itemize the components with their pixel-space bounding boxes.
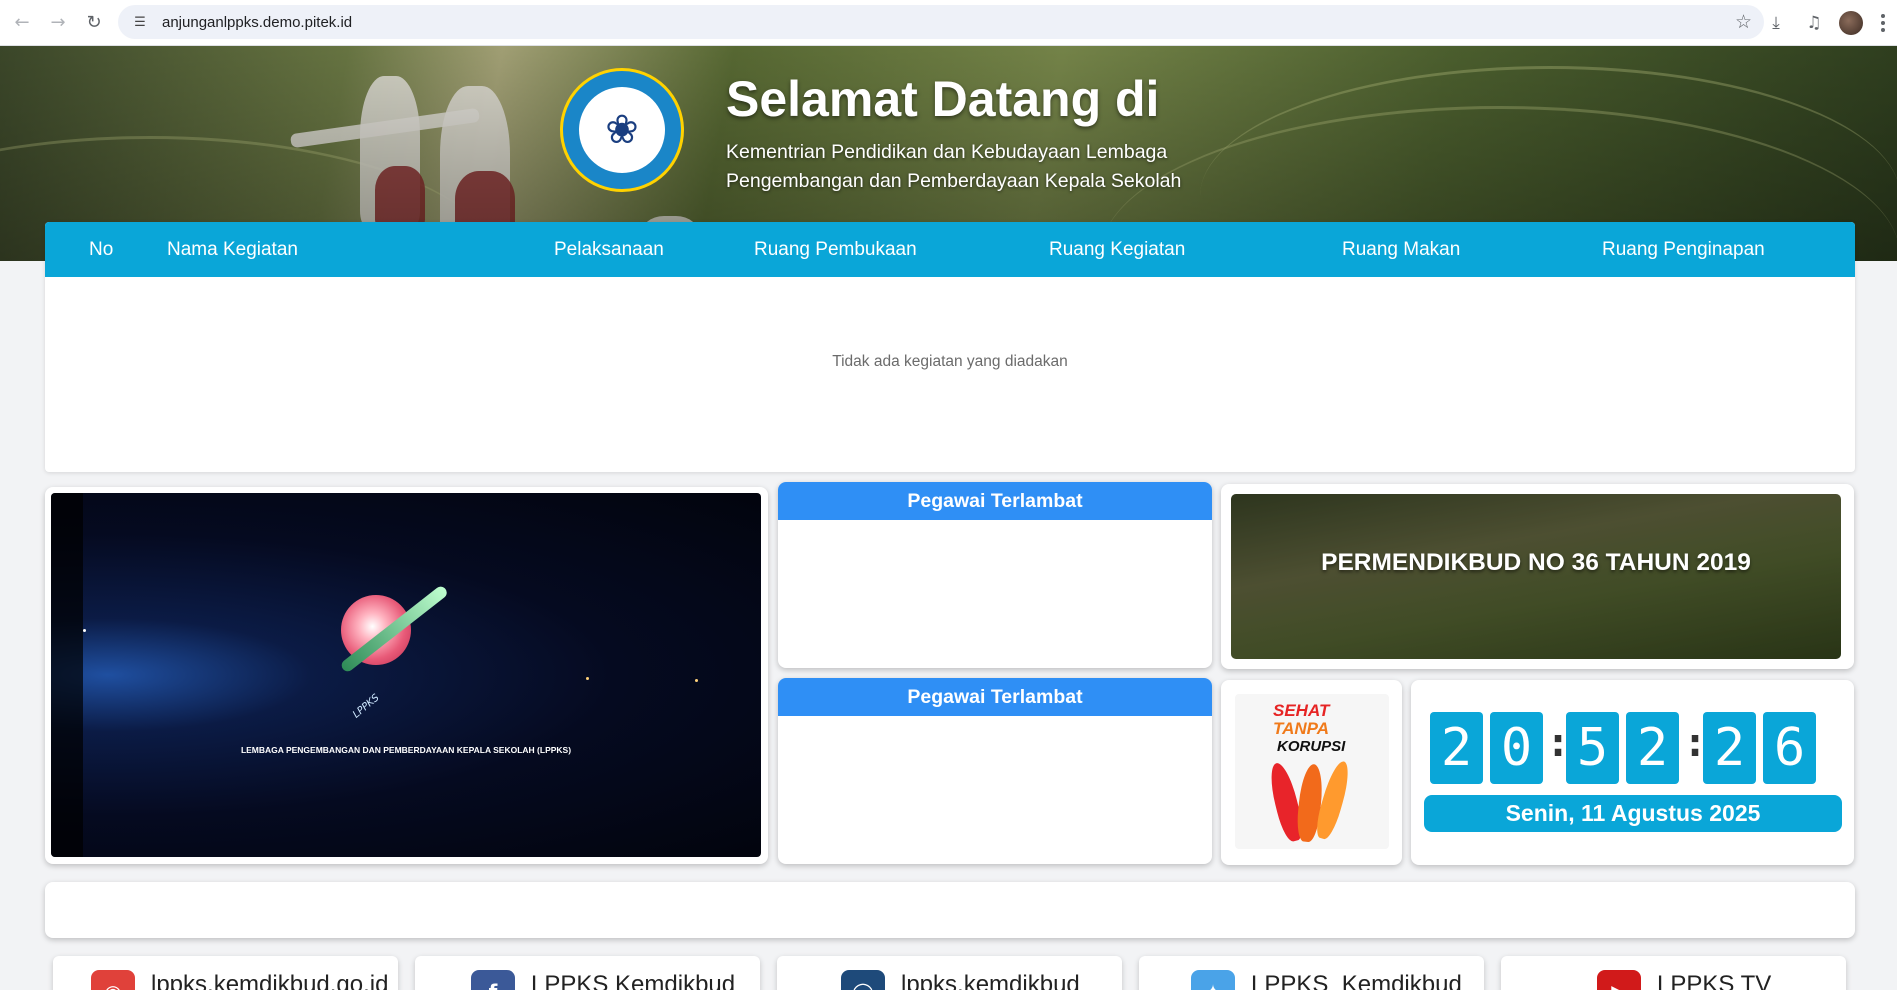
late-staff-panel: Pegawai Terlambat — [778, 678, 1212, 864]
video-player[interactable]: LPPKS LEMBAGA PENGEMBANGAN DAN PEMBERDAY… — [51, 493, 761, 857]
download-icon[interactable]: ⤓ — [1757, 4, 1795, 42]
instagram-icon: ◯ — [841, 970, 885, 990]
address-bar[interactable]: ☰ anjunganlppks.demo.pitek.id ☆ — [118, 5, 1764, 39]
panel-title: Pegawai Terlambat — [778, 482, 1212, 520]
column-header-ruang-pembukaan: Ruang Pembukaan — [754, 239, 917, 260]
campaign-line-2: TANPA — [1273, 719, 1330, 738]
current-date: Senin, 11 Agustus 2025 — [1424, 795, 1842, 832]
activity-table: No Nama Kegiatan Pelaksanaan Ruang Pembu… — [45, 222, 1855, 472]
table-header: No Nama Kegiatan Pelaksanaan Ruang Pembu… — [45, 222, 1855, 277]
sehat-tanpa-korupsi-logo: SEHAT TANPA KORUPSI — [1235, 694, 1389, 849]
announcement-background-image: PERMENDIKBUD NO 36 TAHUN 2019 — [1231, 494, 1841, 659]
facebook-icon: f — [471, 970, 515, 990]
column-header-ruang-penginapan: Ruang Penginapan — [1602, 239, 1765, 260]
clock-hour-digit-1: 2 — [1430, 712, 1483, 784]
video-card: LPPKS LEMBAGA PENGEMBANGAN DAN PEMBERDAY… — [45, 487, 768, 864]
back-icon[interactable]: ← — [6, 7, 38, 39]
column-header-ruang-makan: Ruang Makan — [1342, 239, 1461, 260]
page-subtitle: Kementrian Pendidikan dan Kebudayaan Lem… — [726, 138, 1181, 196]
subtitle-line-1: Kementrian Pendidikan dan Kebudayaan Lem… — [726, 141, 1168, 163]
campaign-card: SEHAT TANPA KORUPSI — [1221, 680, 1402, 865]
profile-avatar[interactable] — [1839, 11, 1863, 35]
clock-hour-digit-2: 0 — [1490, 712, 1543, 784]
campaign-line-1: SEHAT — [1273, 701, 1330, 720]
social-label: LPPKS Kemdikbud — [531, 971, 736, 990]
book-emblem-icon: ❀ — [579, 87, 665, 173]
url-text[interactable]: anjunganlppks.demo.pitek.id — [162, 14, 352, 31]
media-controls-icon[interactable]: ♫ — [1795, 4, 1833, 42]
globe-icon: ◉ — [91, 970, 135, 990]
bookmark-star-icon[interactable]: ☆ — [1735, 11, 1752, 33]
campaign-line-3: KORUPSI — [1277, 738, 1346, 755]
page-title: Selamat Datang di — [726, 71, 1160, 127]
social-link-website[interactable]: ◉ lppks.kemdikbud.go.id — [53, 956, 398, 990]
site-info-icon[interactable]: ☰ — [130, 12, 150, 32]
reload-icon[interactable]: ↻ — [78, 7, 110, 39]
forward-icon[interactable]: → — [42, 7, 74, 39]
column-header-ruang-kegiatan: Ruang Kegiatan — [1049, 239, 1186, 260]
social-link-youtube[interactable]: ▶ LPPKS TV — [1501, 956, 1846, 990]
social-label: LPPKS TV — [1657, 971, 1772, 990]
panel-title: Pegawai Terlambat — [778, 678, 1212, 716]
social-label: LPPKS_Kemdikbud — [1251, 971, 1462, 990]
empty-table-message: Tidak ada kegiatan yang diadakan — [832, 353, 1068, 370]
youtube-icon: ▶ — [1597, 970, 1641, 990]
clock-minute-digit-1: 5 — [1566, 712, 1619, 784]
clock-minute-digit-2: 2 — [1626, 712, 1679, 784]
announcement-title: PERMENDIKBUD NO 36 TAHUN 2019 — [1321, 549, 1751, 576]
clock-second-digit-2: 6 — [1763, 712, 1816, 784]
video-caption: LEMBAGA PENGEMBANGAN DAN PEMBERDAYAAN KE… — [240, 745, 572, 755]
running-text-bar — [45, 882, 1855, 938]
clock-separator: : — [1546, 720, 1571, 766]
column-header-nama-kegiatan: Nama Kegiatan — [167, 239, 298, 260]
column-header-no: No — [89, 239, 114, 260]
digital-clock: 2 0 : 5 2 : 2 6 Senin, 11 Agustus 2025 — [1411, 680, 1854, 865]
social-link-instagram[interactable]: ◯ lppks.kemdikbud — [777, 956, 1122, 990]
social-link-facebook[interactable]: f LPPKS Kemdikbud — [415, 956, 760, 990]
subtitle-line-2: Pengembangan dan Pemberdayaan Kepala Sek… — [726, 170, 1182, 192]
social-label: lppks.kemdikbud — [901, 971, 1080, 990]
browser-menu-icon[interactable] — [1869, 4, 1897, 42]
column-header-pelaksanaan: Pelaksanaan — [554, 239, 664, 260]
tut-wuri-handayani-logo: ❀ — [560, 68, 684, 192]
clock-separator: : — [1683, 720, 1708, 766]
social-label: lppks.kemdikbud.go.id — [151, 971, 389, 990]
announcement-card[interactable]: PERMENDIKBUD NO 36 TAHUN 2019 — [1221, 484, 1854, 669]
twitter-icon: ✦ — [1191, 970, 1235, 990]
clock-second-digit-1: 2 — [1703, 712, 1756, 784]
browser-toolbar: ← → ↻ ☰ anjunganlppks.demo.pitek.id ☆ ⤓ … — [0, 0, 1897, 46]
lppks-logo-text: LPPKS — [351, 692, 382, 721]
late-staff-panel: Pegawai Terlambat — [778, 482, 1212, 668]
social-link-twitter[interactable]: ✦ LPPKS_Kemdikbud — [1139, 956, 1484, 990]
